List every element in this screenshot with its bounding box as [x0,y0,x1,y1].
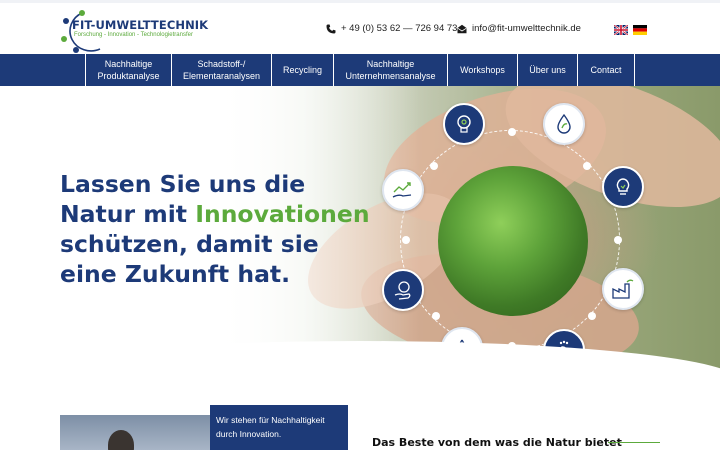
mission-text: Wir stehen für Nachhaltigkeit durch Inno… [216,415,325,439]
phone-contact[interactable]: + 49 (0) 53 62 — 726 94 73 [326,23,457,34]
phone-number: + 49 (0) 53 62 — 726 94 73 [341,23,458,34]
uk-flag-icon[interactable] [614,25,628,35]
lightbulb-gear-icon[interactable] [443,103,485,145]
ring-dot [430,162,438,170]
nav-item-produktanalyse[interactable]: Nachhaltige Produktanalyse [85,54,172,86]
header: FIT-UMWELTTECHNIK Forschung - Innovation… [0,3,720,54]
section-title-underline [608,442,660,443]
nav-label: Nachhaltige Unternehmensanalyse [345,59,436,81]
nav-label: Nachhaltige Produktanalyse [97,59,160,81]
ring-dot [614,236,622,244]
nav-label: Workshops [460,65,505,75]
phone-icon [326,24,336,33]
lightbulb-glyph [616,178,630,195]
team-photo [60,415,210,450]
envelope-icon [457,24,467,33]
main-nav: Nachhaltige Produktanalyse Schadstoff-/ … [0,54,720,86]
nav-label: Über uns [529,65,566,75]
hero-section: Lassen Sie uns die Natur mit Innovatione… [0,86,720,386]
section-title: Das Beste von dem was die Natur bietet [372,436,622,449]
email-contact[interactable]: info@fit-umwelttechnik.de [457,23,581,34]
hand-world-icon[interactable] [382,269,424,311]
nav-item-elementaranalysen[interactable]: Schadstoff-/ Elementaranalysen [172,54,272,86]
factory-icon[interactable] [602,268,644,310]
growth-chart-glyph [392,182,412,198]
german-flag-icon[interactable] [633,25,647,35]
ring-dot [588,312,596,320]
nav-item-recycling[interactable]: Recycling [272,54,334,86]
logo[interactable]: FIT-UMWELTTECHNIK Forschung - Innovation… [60,9,208,53]
water-drop-leaf-icon[interactable] [543,103,585,145]
headline-part2: schützen, damit sie eine Zukunft hat. [60,230,319,288]
factory-glyph [612,279,634,299]
hand-world-glyph [394,281,411,300]
nav-item-ueber-uns[interactable]: Über uns [518,54,578,86]
nav-label: Schadstoff-/ Elementaranalysen [182,59,261,81]
lightbulb-icon[interactable] [602,166,644,208]
nav-item-contact[interactable]: Contact [578,54,635,86]
email-address: info@fit-umwelttechnik.de [472,23,581,34]
ring-dot [508,128,516,136]
mission-box: Wir stehen für Nachhaltigkeit durch Inno… [210,405,348,450]
water-drop-glyph [557,113,571,134]
logo-name: FIT-UMWELTTECHNIK [72,18,209,32]
growth-chart-hand-icon[interactable] [382,169,424,211]
logo-tagline: Forschung - Innovation - Technologietran… [74,32,193,38]
nav-label: Contact [590,65,622,75]
lightbulb-gear-glyph [457,115,471,133]
person-silhouette [108,430,134,450]
nav-item-unternehmensanalyse[interactable]: Nachhaltige Unternehmensanalyse [334,54,448,86]
ring-dot [402,236,410,244]
page: FIT-UMWELTTECHNIK Forschung - Innovation… [0,0,720,450]
hero-headline: Lassen Sie uns die Natur mit Innovatione… [60,169,370,289]
ring-dot [583,162,591,170]
nav-item-workshops[interactable]: Workshops [448,54,518,86]
ring-dot [432,312,440,320]
nav-label: Recycling [282,65,322,75]
headline-highlight: Innovationen [195,200,370,228]
